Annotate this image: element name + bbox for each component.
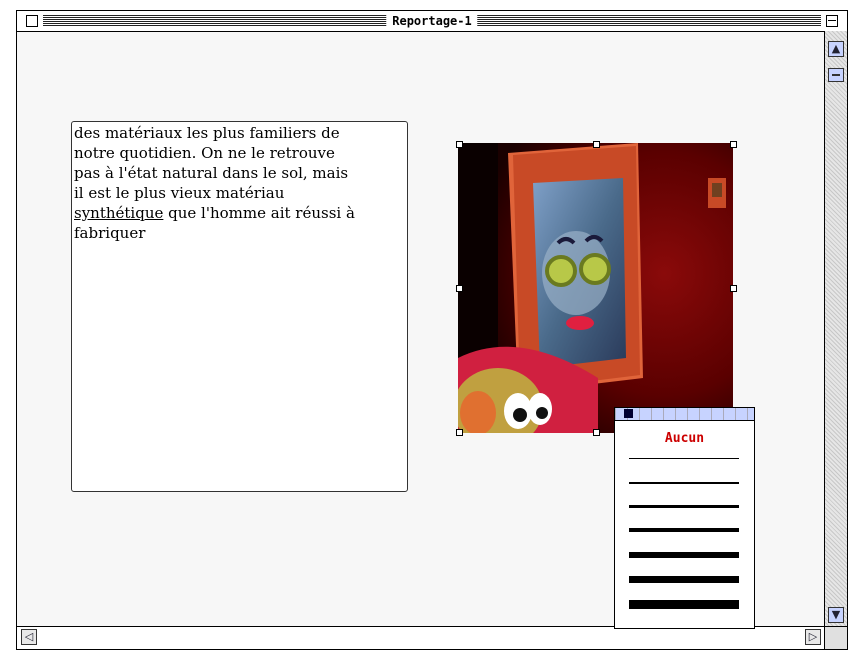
resize-handle[interactable] xyxy=(593,141,600,148)
scroll-left-arrow-icon[interactable]: ◁ xyxy=(21,629,37,645)
title-bar[interactable]: Reportage-1 xyxy=(17,11,847,32)
line-option-4pt[interactable] xyxy=(629,552,739,558)
line-option-1pt[interactable] xyxy=(629,482,739,484)
text-frame[interactable]: des matériaux les plus familiers de notr… xyxy=(71,121,408,492)
line-option-hairline[interactable] xyxy=(629,458,739,459)
vertical-scroll-thumb[interactable] xyxy=(828,68,844,82)
document-window: Reportage-1 ▲ ▼ ◁ ▷ des matériaux les pl… xyxy=(16,10,848,650)
cartoon-picture xyxy=(458,143,733,433)
window-title: Reportage-1 xyxy=(386,13,478,29)
picture-frame[interactable] xyxy=(458,143,733,433)
text-line: notre quotidien. On ne le retrouve xyxy=(74,144,335,162)
resize-handle[interactable] xyxy=(730,285,737,292)
resize-handle[interactable] xyxy=(456,285,463,292)
horizontal-scrollbar[interactable]: ◁ ▷ xyxy=(17,626,825,649)
line-option-3pt[interactable] xyxy=(629,528,739,532)
text-line: des matériaux les plus familiers de xyxy=(74,124,340,142)
resize-handle[interactable] xyxy=(593,429,600,436)
line-option-none[interactable]: Aucun xyxy=(615,431,754,447)
vertical-scrollbar[interactable]: ▲ ▼ xyxy=(824,31,847,627)
text-line-rest: que l'homme ait réussi à xyxy=(163,204,355,222)
resize-handle[interactable] xyxy=(456,141,463,148)
underlined-word: synthétique xyxy=(74,204,164,222)
zoom-box[interactable] xyxy=(826,15,838,27)
palette-close-box[interactable] xyxy=(624,409,633,418)
close-box[interactable] xyxy=(26,15,38,27)
resize-handle[interactable] xyxy=(730,141,737,148)
text-line: fabriquer xyxy=(74,224,146,242)
line-option-8pt[interactable] xyxy=(629,600,739,609)
text-line: il est le plus vieux matériau xyxy=(74,184,285,202)
line-option-2pt[interactable] xyxy=(629,505,739,508)
scroll-right-arrow-icon[interactable]: ▷ xyxy=(805,629,821,645)
palette-title-bar[interactable] xyxy=(615,408,754,421)
text-line: synthétique que l'homme ait réussi à xyxy=(74,203,405,223)
resize-handle[interactable] xyxy=(456,429,463,436)
text-line: pas à l'état natural dans le sol, mais xyxy=(74,164,349,182)
resize-grow-box[interactable] xyxy=(824,626,847,649)
line-option-6pt[interactable] xyxy=(629,576,739,583)
line-weight-palette: Aucun xyxy=(614,407,755,629)
scroll-down-arrow-icon[interactable]: ▼ xyxy=(828,607,844,623)
scroll-up-arrow-icon[interactable]: ▲ xyxy=(828,41,844,57)
